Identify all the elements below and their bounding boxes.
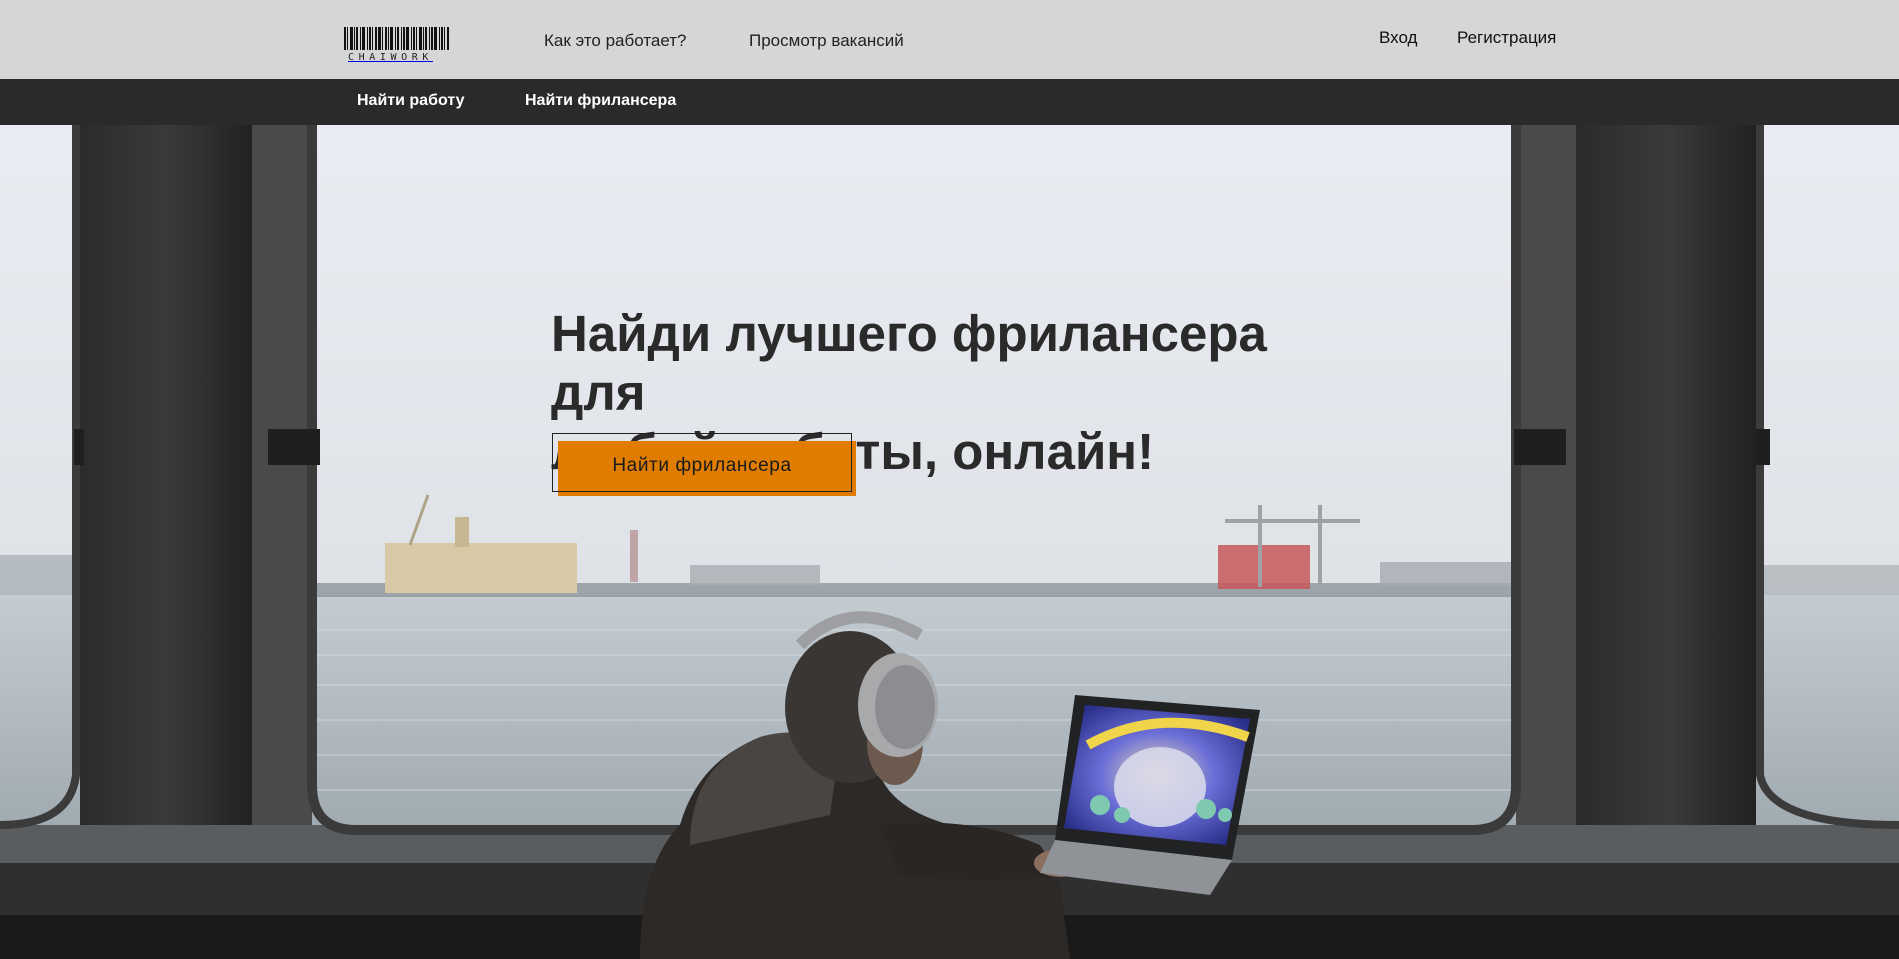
find-freelancer-link[interactable]: Найти фрилансера [525,92,676,110]
hero-cta: Найти фрилансера [552,433,856,496]
nav-browse-jobs[interactable]: Просмотр вакансий [749,31,904,51]
logo-text: CHAIWORK [348,52,433,63]
find-work-link[interactable]: Найти работу [357,92,464,110]
secondary-nav: Найти работу Найти фрилансера [0,79,1899,125]
hero-background-image [0,125,1899,959]
barcode-icon [344,27,482,50]
find-freelancer-button[interactable]: Найти фрилансера [558,441,846,488]
chaiwork-logo[interactable]: CHAIWORK [344,27,482,63]
hero-title-line-1: Найди лучшего фрилансера для [551,305,1267,421]
register-link[interactable]: Регистрация [1457,28,1556,48]
nav-how-it-works[interactable]: Как это работает? [544,31,687,51]
hero-section: Найди лучшего фрилансера для любой работ… [0,125,1899,959]
login-link[interactable]: Вход [1379,28,1417,48]
top-header: CHAIWORK Как это работает? Просмотр вака… [0,0,1899,79]
